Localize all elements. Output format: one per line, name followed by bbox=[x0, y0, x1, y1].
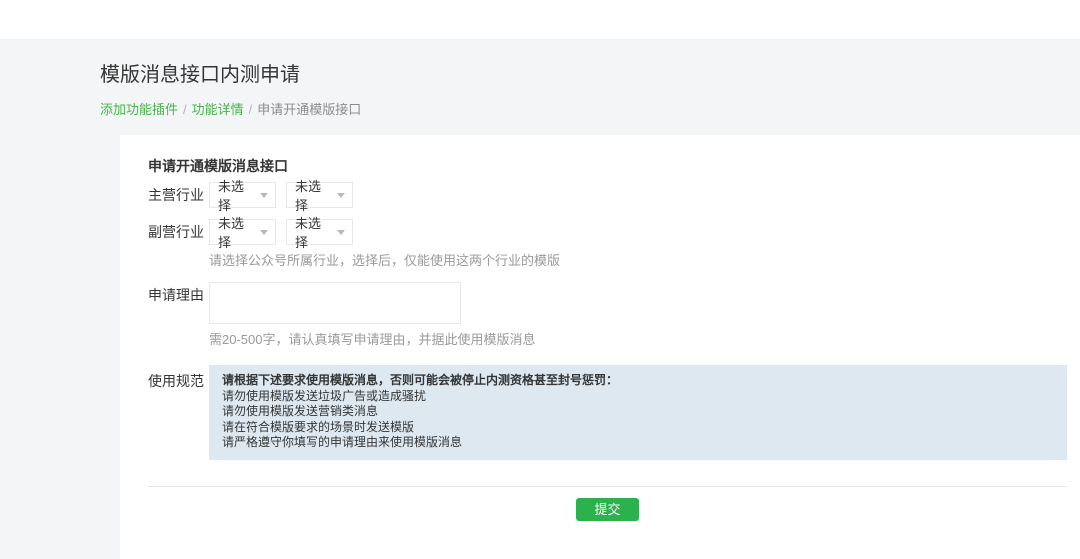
usage-rules-row: 使用规范 请根据下述要求使用模版消息，否则可能会被停止内测资格甚至封号惩罚： 请… bbox=[148, 365, 1067, 460]
primary-industry-row: 主营行业 未选择 未选择 bbox=[148, 179, 1067, 213]
submit-button[interactable]: 提交 bbox=[576, 497, 639, 521]
secondary-industry-select-1[interactable]: 未选择 bbox=[209, 216, 276, 250]
primary-industry-select-2[interactable]: 未选择 bbox=[286, 179, 353, 213]
breadcrumb: 添加功能插件 / 功能详情 / 申请开通模版接口 bbox=[100, 101, 1080, 118]
industry-hint: 请选择公众号所属行业，选择后，仅能使用这两个行业的模版 bbox=[209, 253, 561, 268]
usage-rules-title: 请根据下述要求使用模版消息，否则可能会被停止内测资格甚至封号惩罚： bbox=[222, 373, 619, 387]
chevron-down-icon bbox=[337, 229, 345, 235]
primary-industry-select-1[interactable]: 未选择 bbox=[209, 179, 276, 213]
breadcrumb-separator: / bbox=[248, 102, 253, 117]
secondary-industry-select-1-value: 未选择 bbox=[218, 216, 245, 250]
reason-row: 申请理由 需20-500字，请认真填写申请理由，并据此使用模版消息 bbox=[148, 282, 1067, 348]
page-header: 模版消息接口内测申请 添加功能插件 / 功能详情 / 申请开通模版接口 bbox=[0, 40, 1080, 118]
usage-rules-box: 请根据下述要求使用模版消息，否则可能会被停止内测资格甚至封号惩罚： 请勿使用模版… bbox=[209, 365, 1067, 460]
reason-hint: 需20-500字，请认真填写申请理由，并据此使用模版消息 bbox=[209, 332, 536, 347]
application-form-card: 申请开通模版消息接口 主营行业 未选择 未选择 副营行业 未选择 未选择 请选择… bbox=[120, 135, 1080, 559]
page-title: 模版消息接口内测申请 bbox=[100, 64, 300, 86]
chevron-down-icon bbox=[260, 192, 268, 198]
breadcrumb-separator: / bbox=[183, 102, 187, 117]
primary-industry-select-1-value: 未选择 bbox=[218, 179, 245, 213]
secondary-industry-select-2[interactable]: 未选择 bbox=[286, 216, 353, 250]
submit-area: 提交 bbox=[148, 497, 1067, 521]
primary-industry-label: 主营行业 bbox=[148, 187, 204, 203]
usage-rule-item: 请勿使用模版发送垃圾广告或造成骚扰 bbox=[222, 388, 427, 403]
secondary-industry-row: 副营行业 未选择 未选择 请选择公众号所属行业，选择后，仅能使用这两个行业的模版 bbox=[148, 216, 1067, 269]
top-navigation-bar bbox=[0, 0, 1080, 40]
reason-control-group: 需20-500字，请认真填写申请理由，并据此使用模版消息 bbox=[209, 282, 535, 348]
reason-label: 申请理由 bbox=[148, 287, 204, 303]
chevron-down-icon bbox=[260, 229, 268, 235]
secondary-industry-control-group: 未选择 未选择 请选择公众号所属行业，选择后，仅能使用这两个行业的模版 bbox=[209, 216, 561, 269]
secondary-industry-select-2-value: 未选择 bbox=[295, 216, 322, 250]
usage-rules-label: 使用规范 bbox=[148, 373, 204, 389]
secondary-industry-controls: 未选择 未选择 bbox=[209, 216, 560, 250]
breadcrumb-add-plugin-link[interactable]: 添加功能插件 bbox=[100, 102, 178, 117]
form-section-title: 申请开通模版消息接口 bbox=[148, 158, 288, 174]
usage-rule-item: 请严格遵守你填写的申请理由来使用模版消息 bbox=[222, 435, 463, 449]
reason-textarea[interactable] bbox=[209, 282, 461, 324]
primary-industry-controls: 未选择 未选择 bbox=[209, 179, 353, 213]
primary-industry-select-2-value: 未选择 bbox=[295, 179, 322, 213]
breadcrumb-feature-detail-link[interactable]: 功能详情 bbox=[192, 102, 244, 117]
usage-rule-item: 请勿使用模版发送营销类消息 bbox=[222, 404, 379, 418]
chevron-down-icon bbox=[337, 192, 345, 198]
usage-rule-item: 请在符合模版要求的场景时发送模版 bbox=[222, 419, 415, 434]
form-divider bbox=[148, 485, 1067, 487]
secondary-industry-label: 副营行业 bbox=[148, 224, 204, 240]
breadcrumb-current-page: 申请开通模版接口 bbox=[257, 102, 362, 117]
